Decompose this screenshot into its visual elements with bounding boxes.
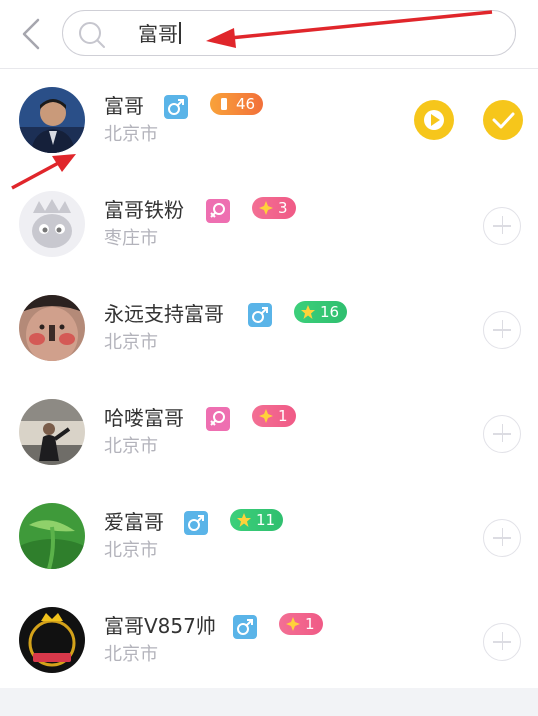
search-input[interactable]: 富哥	[62, 10, 516, 56]
user-name: 爱富哥	[104, 510, 164, 534]
user-name: 富哥	[104, 94, 144, 118]
star-icon	[237, 513, 251, 527]
level-badge: 1	[252, 405, 296, 427]
list-item[interactable]: 富哥 46 北京市	[0, 69, 538, 173]
avatar[interactable]	[19, 503, 85, 569]
level-value: 46	[236, 95, 256, 113]
level-bar-icon	[221, 98, 227, 110]
follow-add-button[interactable]	[483, 207, 521, 245]
user-city: 枣庄市	[104, 228, 158, 249]
play-button[interactable]	[414, 100, 454, 140]
level-badge: 11	[230, 509, 284, 531]
user-city: 北京市	[104, 540, 158, 561]
user-city: 北京市	[104, 332, 158, 353]
male-icon	[248, 303, 272, 327]
user-name: 哈喽富哥	[104, 406, 184, 430]
level-value: 16	[320, 303, 340, 321]
default-avatar-image	[19, 191, 85, 257]
level-value: 11	[256, 511, 276, 529]
user-city: 北京市	[104, 124, 158, 145]
search-query: 富哥	[138, 21, 181, 47]
search-icon	[79, 22, 105, 48]
back-button[interactable]	[14, 14, 50, 54]
follow-add-button[interactable]	[483, 311, 521, 349]
list-item[interactable]: 富哥V857帅 1 北京市	[0, 589, 538, 693]
follow-add-button[interactable]	[483, 623, 521, 661]
bottom-strip	[0, 688, 538, 716]
avatar-image	[19, 503, 85, 569]
star-icon	[301, 305, 315, 319]
list-item[interactable]: 哈喽富哥 1 北京市	[0, 381, 538, 485]
female-icon	[206, 407, 230, 431]
chevron-left-icon	[22, 18, 40, 50]
user-city: 北京市	[104, 436, 158, 457]
avatar-image	[19, 87, 85, 153]
level-value: 3	[278, 199, 288, 217]
avatar[interactable]	[19, 87, 85, 153]
list-item[interactable]: 爱富哥 11 北京市	[0, 485, 538, 589]
male-icon	[233, 615, 257, 639]
level-badge: 46	[210, 93, 264, 115]
female-icon	[206, 199, 230, 223]
follow-add-button[interactable]	[483, 415, 521, 453]
followed-button[interactable]	[483, 100, 523, 140]
level-value: 1	[278, 407, 288, 425]
text-caret	[179, 22, 181, 44]
user-name: 富哥V857帅	[104, 614, 216, 638]
diamond-star-icon	[259, 201, 273, 215]
checkmark-icon	[492, 112, 515, 129]
avatar-image	[19, 607, 85, 673]
level-value: 1	[305, 615, 315, 633]
avatar-image	[19, 295, 85, 361]
level-badge: 3	[252, 197, 296, 219]
play-icon	[424, 110, 444, 130]
follow-add-button[interactable]	[483, 519, 521, 557]
level-badge: 16	[294, 301, 348, 323]
list-item[interactable]: 永远支持富哥 16 北京市	[0, 277, 538, 381]
avatar[interactable]	[19, 295, 85, 361]
male-icon	[184, 511, 208, 535]
avatar-image	[19, 399, 85, 465]
diamond-star-icon	[286, 617, 300, 631]
male-icon	[164, 95, 188, 119]
user-city: 北京市	[104, 644, 158, 665]
avatar[interactable]	[19, 399, 85, 465]
diamond-star-icon	[259, 409, 273, 423]
list-item[interactable]: 富哥铁粉 3 枣庄市	[0, 173, 538, 277]
user-name: 永远支持富哥	[104, 302, 224, 326]
avatar[interactable]	[19, 607, 85, 673]
level-badge: 1	[279, 613, 323, 635]
avatar[interactable]	[19, 191, 85, 257]
top-bar: 富哥	[0, 0, 538, 69]
user-name: 富哥铁粉	[104, 198, 184, 222]
